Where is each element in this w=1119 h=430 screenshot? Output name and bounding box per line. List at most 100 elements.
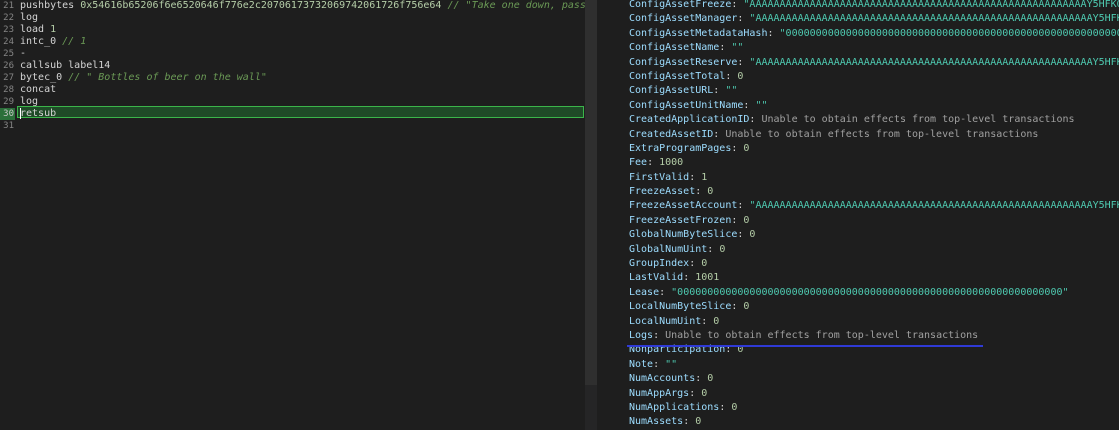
field-key: NumAppArgs (629, 387, 690, 399)
field-key: LocalNumUint (629, 315, 702, 327)
code-line[interactable]: bytec_0 // " Bottles of beer on the wall… (20, 72, 585, 84)
field-separator: : (719, 42, 732, 54)
field-value: 0 (695, 416, 702, 428)
code-line[interactable]: log (20, 96, 585, 108)
field-value: 1001 (695, 272, 720, 284)
field-value: 0 (737, 70, 744, 82)
field-key: GroupIndex (629, 258, 690, 270)
field-value: 0 (731, 401, 738, 413)
field-value: "AAAAAAAAAAAAAAAAAAAAAAAAAAAAAAAAAAAAAAA… (749, 200, 1119, 212)
code-line[interactable]: intc_0 // 1 (20, 36, 585, 48)
field-key: NumAccounts (629, 373, 696, 385)
field-key: Fee (629, 157, 648, 169)
code-line[interactable]: concat (20, 84, 585, 96)
field-separator: : (737, 13, 750, 25)
field-row: FreezeAssetAccount: "AAAAAAAAAAAAAAAAAAA… (629, 199, 1119, 213)
field-row: GlobalNumUint: 0 (629, 243, 1119, 257)
field-separator: : (713, 128, 726, 140)
field-separator: : (689, 171, 702, 183)
line-number: 24 (3, 37, 14, 47)
field-key: Lease (629, 286, 660, 298)
field-value: 0 (713, 315, 720, 327)
field-separator: : (731, 142, 744, 154)
field-separator: : (701, 315, 714, 327)
field-value: 0 (743, 214, 750, 226)
panel-divider-scrollbar[interactable] (585, 0, 597, 430)
field-row: FreezeAssetFrozen: 0 (629, 214, 1119, 228)
field-row: ExtraProgramPages: 0 (629, 142, 1119, 156)
field-separator: : (659, 286, 672, 298)
field-value: "000000000000000000000000000000000000000… (779, 27, 1119, 39)
field-value: Unable to obtain effects from top-level … (761, 114, 1075, 126)
field-key: ConfigAssetReserve (629, 56, 738, 68)
field-value: "" (725, 85, 738, 97)
code-line[interactable]: load 1 (20, 24, 585, 36)
field-key: ConfigAssetMetadataHash (629, 27, 768, 39)
field-value: Unable to obtain effects from top-level … (725, 128, 1039, 140)
field-key: ConfigAssetFreeze (629, 0, 732, 10)
field-separator: : (737, 56, 750, 68)
field-separator: : (749, 114, 762, 126)
code-line[interactable] (20, 120, 585, 132)
opcode: log (20, 96, 39, 107)
field-key: NumAssets (629, 416, 684, 428)
field-separator: : (683, 416, 696, 428)
code-comment: // "Take one down, pass (447, 0, 585, 11)
field-value: 1000 (659, 157, 684, 169)
opcode: intc_0 (20, 36, 57, 47)
field-key: FirstValid (629, 171, 690, 183)
field-value: "000000000000000000000000000000000000000… (671, 286, 1069, 298)
code-line[interactable]: callsub label14 (20, 60, 585, 72)
field-row: FirstValid: 1 (629, 171, 1119, 185)
field-value: "AAAAAAAAAAAAAAAAAAAAAAAAAAAAAAAAAAAAAAA… (749, 56, 1119, 68)
field-row: LocalNumByteSlice: 0 (629, 300, 1119, 314)
line-number: 28 (3, 85, 14, 95)
field-separator: : (737, 229, 750, 241)
opcode: pushbytes (20, 0, 75, 11)
line-number: 22 (3, 13, 14, 23)
field-separator: : (719, 401, 732, 413)
field-row: LastValid: 1001 (629, 271, 1119, 285)
field-separator: : (767, 27, 780, 39)
line-number-gutter: 21 22 23 24 25 26 27 28 29 30 31 (0, 0, 15, 430)
field-list: ConfigAssetFreeze: "AAAAAAAAAAAAAAAAAAAA… (629, 0, 1119, 430)
field-value: 0 (719, 243, 726, 255)
opcode: log (20, 12, 39, 23)
field-separator: : (725, 70, 738, 82)
field-row: ConfigAssetTotal: 0 (629, 70, 1119, 84)
opcode: concat (20, 84, 57, 95)
code-editor[interactable]: 21 22 23 24 25 26 27 28 29 30 31 pushbytes 0x54616… (0, 0, 585, 430)
field-separator: : (713, 85, 726, 97)
opcode-argument: 0x54616b65206f6e6520646f776e2c2070617373… (80, 0, 442, 11)
field-row: ConfigAssetMetadataHash: "00000000000000… (629, 27, 1119, 41)
code-line[interactable]: - (20, 48, 585, 60)
field-separator: : (695, 373, 708, 385)
field-separator: : (689, 258, 702, 270)
field-value: 1 (701, 171, 708, 183)
scrollbar-thumb[interactable] (585, 0, 597, 385)
field-row: ConfigAssetReserve: "AAAAAAAAAAAAAAAAAAA… (629, 56, 1119, 70)
opcode: retsub (20, 108, 57, 119)
code-lines[interactable]: pushbytes 0x54616b65206f6e6520646f776e2c… (20, 0, 585, 132)
field-separator: : (743, 99, 756, 111)
code-line[interactable]: log (20, 12, 585, 24)
field-key: NumApplications (629, 401, 720, 413)
field-row: Note: "" (629, 358, 1119, 372)
field-row: FreezeAsset: 0 (629, 185, 1119, 199)
code-line[interactable]: pushbytes 0x54616b65206f6e6520646f776e2c… (20, 0, 585, 12)
logs-error-squiggle (627, 342, 983, 347)
field-row: ConfigAssetUnitName: "" (629, 99, 1119, 113)
field-key: LastValid (629, 272, 684, 284)
field-value: 0 (701, 387, 708, 399)
field-value: "AAAAAAAAAAAAAAAAAAAAAAAAAAAAAAAAAAAAAAA… (749, 13, 1119, 25)
field-key: GlobalNumUint (629, 243, 708, 255)
line-number: 30 (0, 108, 15, 120)
field-key: CreatedApplicationID (629, 114, 750, 126)
field-row: Fee: 1000 (629, 156, 1119, 170)
line-number: 27 (3, 73, 14, 83)
field-row: ConfigAssetFreeze: "AAAAAAAAAAAAAAAAAAAA… (629, 0, 1119, 12)
opcode-argument: 1 (50, 24, 57, 35)
code-line[interactable]: retsub (20, 108, 585, 120)
field-key: Logs (629, 329, 654, 341)
line-number: 29 (3, 97, 14, 107)
